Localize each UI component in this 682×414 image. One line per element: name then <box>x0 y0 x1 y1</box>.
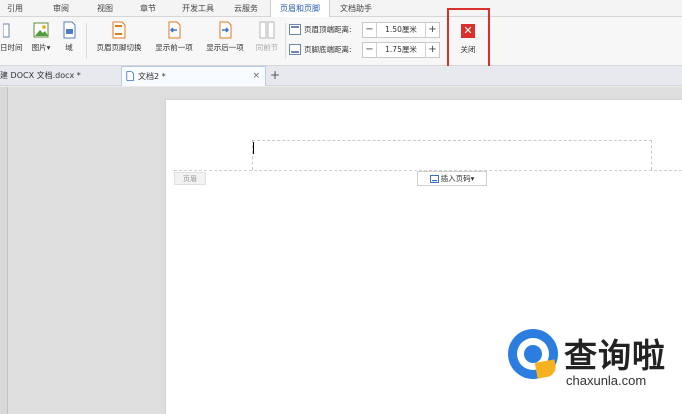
new-tab-button[interactable]: + <box>270 68 280 82</box>
same-as-previous-icon <box>259 21 275 39</box>
tab-developer[interactable]: 开发工具 <box>176 0 220 17</box>
logo-core <box>524 345 542 363</box>
date-time-label: 日时间 <box>0 43 23 52</box>
tab-references[interactable]: 引用 <box>0 0 30 17</box>
field-label: 域 <box>65 43 73 52</box>
next-icon <box>219 21 232 39</box>
show-previous-button[interactable]: 显示前一项 <box>151 20 197 62</box>
tab-doc-assistant[interactable]: 文档助手 <box>334 0 378 17</box>
header-top-decrease-button[interactable]: − <box>363 23 377 37</box>
footer-bottom-input[interactable]: 1.75厘米 <box>378 43 424 57</box>
chevron-down-icon: ▾ <box>470 174 475 183</box>
show-previous-label: 显示前一项 <box>155 43 193 52</box>
close-tab-icon[interactable]: × <box>252 67 260 86</box>
calendar-icon <box>3 23 10 38</box>
chevron-down-icon: ▾ <box>46 43 51 52</box>
tab-header-footer[interactable]: 页眉和页脚 <box>270 0 330 18</box>
header-footer-switch-icon <box>112 21 126 39</box>
watermark-logo: 查询啦 chaxunla.com <box>508 325 680 397</box>
field-button[interactable]: 域 <box>59 20 79 62</box>
header-top-label: 页眉顶端距离: <box>304 25 352 34</box>
header-tag: 页眉 <box>174 172 206 185</box>
text-cursor <box>253 142 254 154</box>
header-top-spinner: − 1.50厘米 + <box>362 22 440 38</box>
insert-page-number-button[interactable]: 插入页码▾ <box>417 171 487 186</box>
previous-icon <box>168 21 181 39</box>
watermark-text-cn: 查询啦 <box>564 336 666 375</box>
footer-distance-icon <box>289 44 301 55</box>
date-time-button[interactable]: 日时间 <box>0 20 23 62</box>
left-panel-strip <box>0 87 8 414</box>
show-next-button[interactable]: 显示后一项 <box>202 20 248 62</box>
tab-chapter[interactable]: 章节 <box>133 0 163 17</box>
ribbon-tab-bar: 引用 审阅 视图 章节 开发工具 云服务 页眉和页脚 文档助手 <box>0 0 682 18</box>
same-as-previous-label: 同前节 <box>255 43 279 52</box>
header-top-increase-button[interactable]: + <box>425 23 439 37</box>
close-header-footer-button[interactable]: ✕ 关闭 <box>453 24 483 55</box>
picture-icon <box>33 22 49 38</box>
footer-bottom-decrease-button[interactable]: − <box>363 43 377 57</box>
page-number-icon <box>429 175 439 183</box>
picture-label: 图片▾ <box>31 43 51 52</box>
close-icon: ✕ <box>461 24 475 38</box>
logo-tail <box>534 359 558 379</box>
doc-tab-docx[interactable]: 建 DOCX 文档.docx * <box>0 66 120 86</box>
toolbar-divider <box>86 23 87 59</box>
doc-tab-label: 建 DOCX 文档.docx * <box>0 71 81 80</box>
show-next-label: 显示后一项 <box>206 43 244 52</box>
doc-tab-document2[interactable]: 文档2 * × <box>121 66 266 86</box>
field-icon <box>63 21 76 39</box>
switch-header-footer-button[interactable]: 页眉页脚切换 <box>92 20 146 62</box>
toolbar-divider <box>285 23 286 59</box>
insert-page-number-label: 插入页码 <box>440 174 471 183</box>
header-top-input[interactable]: 1.50厘米 <box>378 23 424 37</box>
footer-bottom-increase-button[interactable]: + <box>425 43 439 57</box>
document-icon <box>126 71 134 81</box>
same-as-previous-button[interactable]: 同前节 <box>253 20 281 62</box>
header-edit-area[interactable] <box>252 140 652 170</box>
tab-view[interactable]: 视图 <box>90 0 120 17</box>
document-tab-bar: 建 DOCX 文档.docx * 文档2 * × <box>0 66 682 86</box>
doc-tab-label: 文档2 * <box>138 72 166 81</box>
close-label: 关闭 <box>460 45 476 54</box>
watermark-text-en: chaxunla.com <box>566 373 647 388</box>
footer-bottom-label: 页脚底端距离: <box>304 45 352 54</box>
footer-bottom-spinner: − 1.75厘米 + <box>362 42 440 58</box>
header-distance-icon <box>289 24 301 35</box>
picture-button[interactable]: 图片▾ <box>27 20 55 62</box>
ribbon-toolbar: 日时间 图片▾ 域 页眉页脚切换 显示前一项 显示后一项 同前节 页眉顶端距离:… <box>0 17 682 66</box>
tab-cloud-service[interactable]: 云服务 <box>228 0 264 17</box>
tab-review[interactable]: 审阅 <box>46 0 76 17</box>
switch-header-footer-label: 页眉页脚切换 <box>96 43 142 52</box>
